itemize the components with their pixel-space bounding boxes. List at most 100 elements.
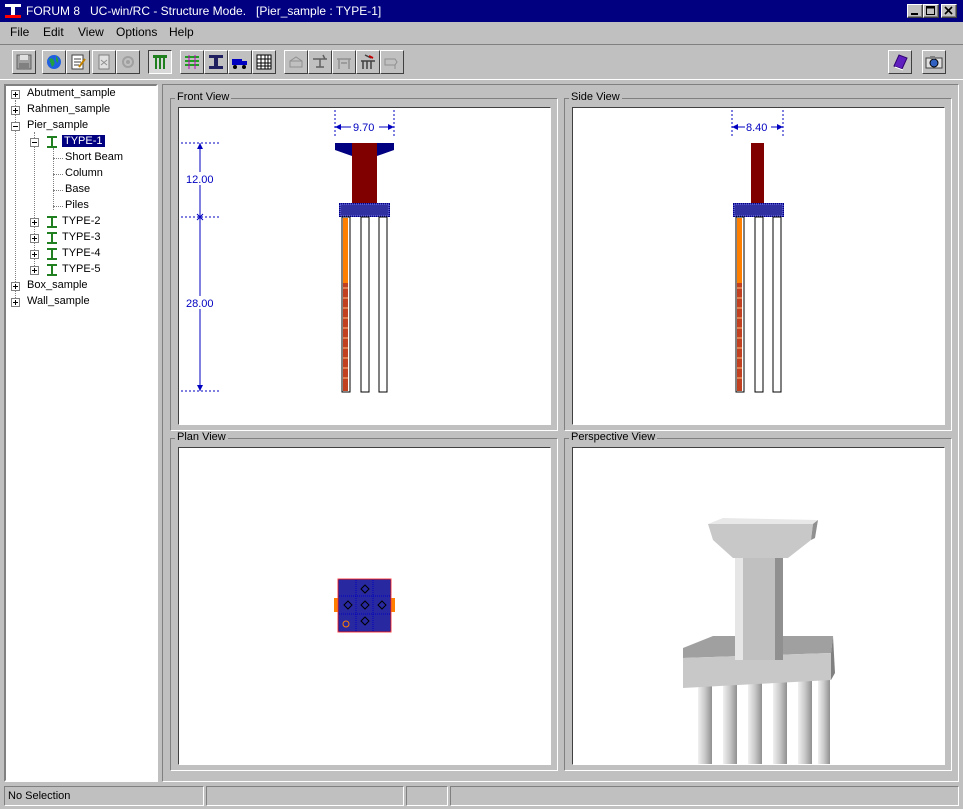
save-button[interactable] — [12, 50, 36, 74]
expand-toggle[interactable] — [11, 298, 20, 307]
pile-button[interactable] — [356, 50, 380, 74]
front-view-canvas[interactable]: 9.70 12.00 28.00 — [178, 107, 551, 425]
globe-icon — [47, 55, 61, 69]
front-view-frame: Front View 9.70 12.00 28.00 — [170, 91, 558, 431]
load-vehicle-button[interactable] — [228, 50, 252, 74]
tree-line — [53, 158, 63, 159]
book-icon — [893, 54, 908, 71]
front-bottom-height-dimension: 28.00 — [186, 298, 214, 310]
tree-item-type-5[interactable]: TYPE-5 — [62, 263, 101, 278]
tree-item-base[interactable]: Base — [65, 183, 90, 198]
save-icon — [16, 54, 32, 70]
column-button[interactable] — [204, 50, 228, 74]
settings-button[interactable] — [116, 50, 140, 74]
expand-toggle[interactable] — [11, 90, 20, 99]
camera-icon — [925, 56, 943, 69]
tree-item-box-sample[interactable]: Box_sample — [27, 279, 88, 294]
page-icon — [98, 54, 110, 70]
menu-help[interactable]: Help — [169, 25, 194, 39]
edit-page-button[interactable] — [66, 50, 90, 74]
perspective-view-title: Perspective View — [569, 431, 658, 443]
tree-line — [53, 206, 63, 207]
status-panel-4 — [450, 786, 959, 806]
menu-view[interactable]: View — [78, 25, 104, 39]
rebar-icon — [337, 58, 351, 69]
tree-line — [53, 174, 63, 175]
load-button[interactable] — [380, 50, 404, 74]
load-icon — [384, 58, 398, 69]
section-icon — [313, 54, 327, 68]
expand-toggle[interactable] — [30, 234, 39, 243]
menu-options[interactable]: Options — [116, 25, 157, 39]
table-icon — [256, 54, 272, 70]
column-icon — [209, 55, 223, 69]
views-area: Front View 9.70 12.00 28.00 Side View 8.… — [162, 84, 959, 782]
plan-view-title: Plan View — [175, 431, 228, 443]
minimize-button[interactable] — [907, 4, 923, 18]
side-width-dimension: 8.40 — [746, 122, 767, 134]
side-view-drawing: 8.40 — [731, 110, 784, 393]
pier-type-icon — [46, 264, 58, 279]
section-button[interactable] — [308, 50, 332, 74]
status-panel-3 — [406, 786, 448, 806]
toolbar — [0, 44, 963, 80]
maximize-button[interactable] — [923, 4, 939, 18]
base-icon — [289, 56, 303, 68]
expand-toggle[interactable] — [30, 218, 39, 227]
pier-icon — [153, 55, 167, 69]
collapse-toggle[interactable] — [11, 122, 20, 131]
menu-file[interactable]: File — [10, 25, 29, 39]
plan-view-canvas[interactable] — [178, 447, 551, 765]
close-button[interactable] — [941, 4, 957, 18]
app-logo-icon — [4, 3, 22, 19]
expand-toggle[interactable] — [11, 282, 20, 291]
perspective-view-canvas[interactable] — [572, 447, 945, 765]
tree-item-pier-sample[interactable]: Pier_sample — [27, 119, 88, 134]
tree-item-abutment-sample[interactable]: Abutment_sample — [27, 87, 116, 102]
expand-toggle[interactable] — [11, 106, 20, 115]
plan-view-drawing — [334, 578, 395, 633]
help-book-button[interactable] — [888, 50, 912, 74]
side-view-title: Side View — [569, 91, 622, 103]
status-panel-2 — [206, 786, 404, 806]
base-button[interactable] — [284, 50, 308, 74]
table-button[interactable] — [252, 50, 276, 74]
pier-type-icon — [46, 136, 58, 151]
front-top-height-dimension: 12.00 — [186, 174, 214, 186]
tree-item-rahmen-sample[interactable]: Rahmen_sample — [27, 103, 110, 118]
rebar-button[interactable] — [332, 50, 356, 74]
pier-type-icon — [46, 216, 58, 231]
perspective-view-drawing — [683, 518, 835, 764]
minimize-icon — [911, 13, 918, 15]
tree-item-type-4[interactable]: TYPE-4 — [62, 247, 101, 262]
globe-button[interactable] — [42, 50, 66, 74]
tree-item-column[interactable]: Column — [65, 167, 103, 182]
front-view-title: Front View — [175, 91, 232, 103]
side-view-frame: Side View 8.40 — [564, 91, 952, 431]
plan-view-frame: Plan View — [170, 431, 558, 771]
close-icon — [944, 6, 953, 15]
tree-item-short-beam[interactable]: Short Beam — [65, 151, 123, 166]
perspective-view-frame: Perspective View — [564, 431, 952, 771]
tree-item-type-3[interactable]: TYPE-3 — [62, 231, 101, 246]
status-selection: No Selection — [4, 786, 204, 806]
window-title: FORUM 8 UC-win/RC - Structure Mode. [Pie… — [26, 4, 382, 18]
page-button[interactable] — [92, 50, 116, 74]
status-bar: No Selection — [0, 784, 963, 809]
tree-item-wall-sample[interactable]: Wall_sample — [27, 295, 90, 310]
pile-icon — [361, 54, 375, 69]
menu-edit[interactable]: Edit — [43, 25, 64, 39]
expand-toggle[interactable] — [30, 266, 39, 275]
camera-button[interactable] — [922, 50, 946, 74]
expand-toggle[interactable] — [30, 250, 39, 259]
front-width-dimension: 9.70 — [353, 122, 374, 134]
short-beam-button[interactable] — [180, 50, 204, 74]
tree-item-type-1[interactable]: TYPE-1 — [61, 134, 106, 150]
side-view-canvas[interactable]: 8.40 — [572, 107, 945, 425]
edit-page-icon — [71, 54, 86, 70]
collapse-toggle[interactable] — [30, 138, 39, 147]
pier-mode-button[interactable] — [148, 50, 172, 74]
tree-item-piles[interactable]: Piles — [65, 199, 89, 214]
title-bar: FORUM 8 UC-win/RC - Structure Mode. [Pie… — [0, 0, 963, 22]
tree-item-type-2[interactable]: TYPE-2 — [62, 215, 101, 230]
